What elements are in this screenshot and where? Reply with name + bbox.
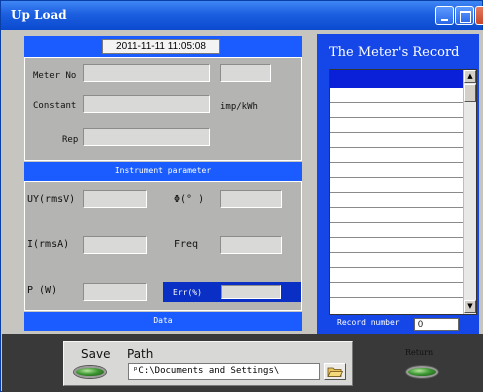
list-row-divider [330,222,463,223]
scroll-down-icon[interactable]: ▼ [464,300,476,313]
meter-no-field[interactable] [83,64,210,82]
scroll-up-icon[interactable]: ▲ [464,70,476,83]
list-row-divider [330,297,463,298]
list-row-divider [330,237,463,238]
path-input[interactable]: ᵖC:\Documents and Settings\ [128,363,320,380]
list-row-divider [330,252,463,253]
minimize-button[interactable] [435,6,454,25]
list-row-divider [330,132,463,133]
i-field[interactable] [83,236,147,254]
record-scrollbar[interactable]: ▲ ▼ [463,70,476,314]
constant-field[interactable] [83,95,210,113]
constant-label: Constant [33,101,77,111]
constant-unit: imp/kWh [220,102,258,112]
scroll-thumb[interactable] [464,84,476,102]
meter-no-label: Meter No [33,71,77,81]
data-bar: Data [24,312,302,331]
return-led-button[interactable] [406,366,438,378]
p-label: P (W) [27,285,58,296]
path-text: C:\Documents and Settings\ [138,366,280,376]
list-row-divider [330,102,463,103]
list-row-divider [330,177,463,178]
return-label: Return [405,348,434,357]
close-button[interactable] [475,6,483,25]
meter-no-extra-field[interactable] [220,64,271,82]
maximize-button[interactable] [455,6,474,25]
list-row-divider [330,192,463,193]
browse-folder-button[interactable] [324,363,346,380]
record-number-field[interactable]: 0 [414,318,459,331]
rep-field[interactable] [83,128,210,146]
window-title: Up Load [11,8,67,22]
record-list[interactable]: ▲ ▼ [329,69,477,315]
err-label: Err(%) [173,288,202,297]
record-number-label: Record number [337,318,400,327]
phi-field[interactable] [220,190,282,208]
uy-field[interactable] [83,190,147,208]
list-row-divider [330,267,463,268]
record-title: The Meter's Record [329,45,460,60]
list-row-divider [330,147,463,148]
save-label: Save [81,347,111,361]
freq-label: Freq [174,239,199,250]
title-bar[interactable]: Up Load [1,1,483,30]
instrument-parameter-header: Instrument parameter [24,162,302,181]
err-field[interactable] [221,285,281,299]
folder-icon [327,367,344,377]
upload-window: Up Load 2011-11-11 11:05:08 Meter No Con… [0,0,483,392]
p-field[interactable] [83,283,147,301]
list-row-divider [330,282,463,283]
i-label: I(rmsA) [27,239,70,250]
uy-label: UY(rmsV) [27,194,76,205]
datetime-display: 2011-11-11 11:05:08 [102,39,220,54]
list-row-divider [330,162,463,163]
list-row-divider [330,207,463,208]
freq-field[interactable] [220,236,282,254]
phi-label: Φ(° ) [174,194,205,205]
list-row-divider [330,117,463,118]
path-label: Path [127,347,154,361]
save-led-button[interactable] [74,366,106,378]
list-header-row [330,70,463,88]
rep-label: Rep [62,135,79,145]
